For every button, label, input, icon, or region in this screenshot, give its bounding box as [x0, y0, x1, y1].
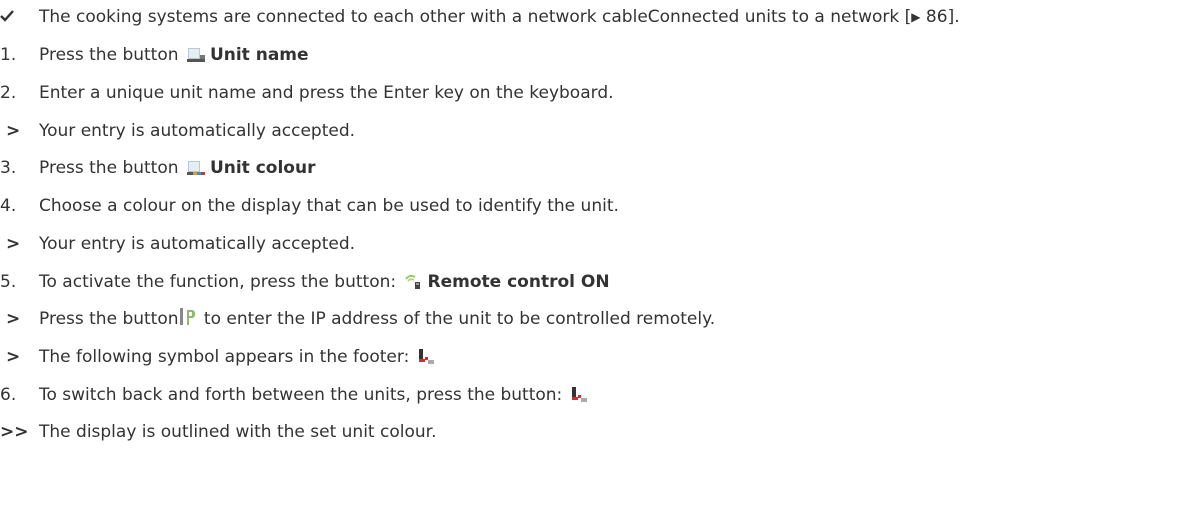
result-text: The following symbol appears in the foot… — [39, 347, 415, 367]
unit-colour-icon — [186, 158, 206, 184]
remote-switch-icon — [570, 385, 588, 411]
step-number: 4. — [0, 196, 17, 216]
remote-control-label: Remote control ON — [427, 272, 610, 292]
unit-name-icon — [186, 45, 206, 71]
check-icon — [0, 10, 40, 22]
result-text-before: Press the button — [39, 309, 179, 329]
step-number: 2. — [0, 83, 17, 103]
step-number: 1. — [0, 45, 17, 65]
step-number: 3. — [0, 158, 17, 178]
final-result-marker: >> — [0, 422, 29, 442]
prerequisite-text: The cooking systems are connected to eac… — [39, 7, 912, 27]
remote-control-icon — [404, 272, 424, 298]
step-text: Enter a unique unit name and press the E… — [39, 83, 614, 103]
step-text: Press the button — [39, 45, 184, 65]
prerequisite-text-wrapper: The cooking systems are connected to eac… — [39, 4, 960, 30]
reference-page: 86]. — [920, 7, 960, 27]
final-result-text: The display is outlined with the set uni… — [39, 422, 437, 442]
unit-name-label: Unit name — [209, 45, 309, 65]
instruction-steps: The cooking systems are connected to eac… — [0, 0, 1180, 531]
step-number: 5. — [0, 272, 17, 292]
step-text: To activate the function, press the butt… — [39, 272, 402, 292]
result-text: Your entry is automatically accepted. — [39, 234, 356, 254]
reference-arrow: ▶ — [911, 10, 921, 24]
step-text: Choose a colour on the display that can … — [39, 196, 619, 216]
step-text: Press the button — [39, 158, 184, 178]
step-number: 6. — [0, 385, 17, 405]
step-text: To switch back and forth between the uni… — [39, 385, 568, 405]
result-text-after: to enter the IP address of the unit to b… — [198, 309, 716, 329]
remote-symbol-icon — [417, 347, 435, 373]
ip-address-icon — [179, 307, 197, 335]
result-text: Your entry is automatically accepted. — [39, 121, 356, 141]
unit-colour-label: Unit colour — [209, 158, 316, 178]
